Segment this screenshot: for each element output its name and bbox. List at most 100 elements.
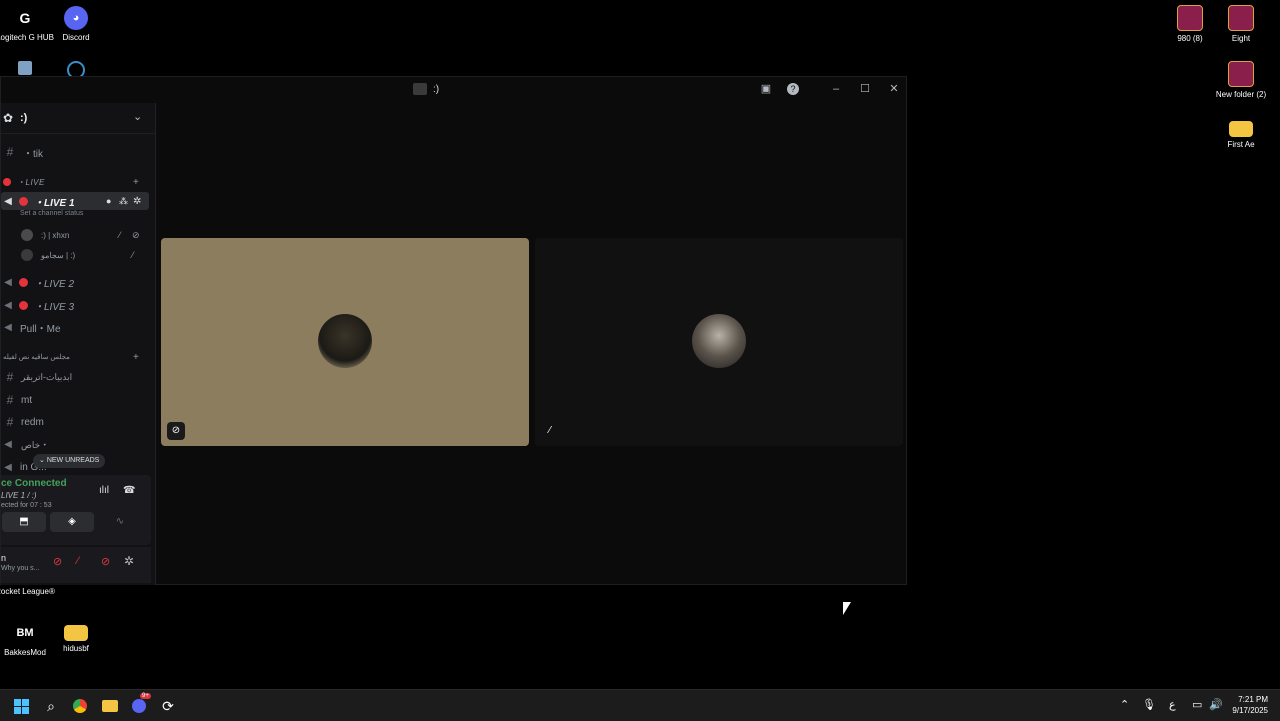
logitech-icon: G xyxy=(19,10,31,26)
desktop-icon-discord[interactable]: ◕ Discord xyxy=(46,6,106,43)
channel-label: Pull・Me xyxy=(20,323,61,335)
maximize-button[interactable]: ☐ xyxy=(856,81,874,97)
desktop-icon-eight[interactable]: Eight xyxy=(1211,5,1271,44)
channel-label: ・LIVE 2 xyxy=(34,278,75,290)
channel-label: redm xyxy=(21,416,44,428)
participant-tile[interactable]: ⊘ xyxy=(161,238,529,446)
add-channel-icon[interactable]: + xyxy=(133,177,139,188)
title-bar: :) ▣ ? – ☐ ✕ xyxy=(1,77,906,101)
desktop-icon-label: First Ae xyxy=(1227,140,1255,149)
gear-icon[interactable]: ✲ xyxy=(133,196,141,207)
channel-label: ・tik xyxy=(23,148,43,160)
window-title: :) xyxy=(413,83,439,95)
microphone-icon[interactable]: 🎙 xyxy=(1142,698,1156,711)
live-dot-icon xyxy=(19,277,28,287)
channel-arabic-1[interactable]: # ابدبيات-اتربقر xyxy=(3,368,73,386)
user-status: Why you s... xyxy=(1,565,40,572)
channel-label: mt xyxy=(21,394,33,406)
deafened-icon: ⊘ xyxy=(132,229,140,240)
desktop-icon-new-folder[interactable]: New folder (2) xyxy=(1211,61,1271,100)
deafened-icon: ⊘ xyxy=(167,422,185,440)
live-dot-icon xyxy=(3,178,11,186)
speaker-icon: ◀ xyxy=(4,299,12,311)
new-unreads-pill[interactable]: ⌄ NEW UNREADS xyxy=(33,454,106,468)
participant-tile[interactable]: ⁄ xyxy=(535,238,903,446)
winrar-icon xyxy=(1228,61,1254,87)
voice-channel-pull-me[interactable]: ◀ Pull・Me xyxy=(1,318,61,336)
category-arabic[interactable]: مجلس ساقيه نص لفيله + xyxy=(1,348,139,366)
headphones-muted-icon[interactable]: ⁄ xyxy=(77,555,79,567)
category-label: ・LIVE xyxy=(17,177,45,187)
channel-label: ・LIVE 1 xyxy=(34,197,75,209)
desktop-icon-rocket-league[interactable]: Rocket League® xyxy=(0,587,55,597)
winrar-icon xyxy=(1177,5,1203,31)
discord-icon[interactable]: 9+ xyxy=(130,693,151,715)
server-name: :) xyxy=(20,112,28,124)
search-icon[interactable]: ⌕ xyxy=(42,697,60,715)
voice-channel-live-2[interactable]: ◀ ・LIVE 2 xyxy=(1,273,74,291)
taskbar: ⌕ 9+ ⟳ ⌃ 🎙 ع ▭ 🔊 7:21 PM 9/17/2025 xyxy=(0,689,1280,721)
inbox-icon[interactable]: ▣ xyxy=(757,81,775,97)
voice-status[interactable]: ce Connected xyxy=(1,478,67,489)
voice-channel-private[interactable]: ◀ خاص・ xyxy=(1,435,49,453)
user-panel: n Why you s... ⊘ ⁄ ⊘ ✲ xyxy=(1,547,151,583)
avatar xyxy=(21,229,33,241)
channel-status[interactable]: Set a channel status xyxy=(20,210,83,217)
hash-icon: # xyxy=(6,370,14,384)
disconnect-icon[interactable]: ☎ xyxy=(123,485,135,496)
gear-icon: ✿ xyxy=(3,111,14,125)
muted-icon: ⁄ xyxy=(132,250,134,260)
category-live[interactable]: ・LIVE + xyxy=(1,173,139,191)
server-header[interactable]: ✿ :) ⌄ xyxy=(1,103,155,134)
voice-channel-live-1[interactable]: ◀ ・LIVE 1 ● ⁂ ✲ xyxy=(1,192,149,210)
channel-redm[interactable]: # redm xyxy=(3,413,44,431)
network-icon[interactable]: ▭ xyxy=(1192,698,1202,711)
discord-icon: ◕ xyxy=(64,6,88,30)
language-indicator[interactable]: ع xyxy=(1169,698,1176,711)
clock[interactable]: 7:21 PM 9/17/2025 xyxy=(1224,694,1268,716)
chevron-down-icon: ⌄ xyxy=(39,457,45,464)
chrome-icon[interactable] xyxy=(71,697,89,715)
channel-tik[interactable]: # ・tik xyxy=(3,143,43,161)
show-hidden-icons[interactable]: ⌃ xyxy=(1120,698,1129,711)
mic-muted-icon[interactable]: ⊘ xyxy=(53,555,62,568)
hash-icon: # xyxy=(6,415,14,429)
avatar xyxy=(692,314,746,368)
hash-icon: # xyxy=(6,393,14,407)
voice-channel-info[interactable]: LIVE 1 / :) xyxy=(1,491,37,500)
voice-member[interactable]: سجامو | :) ⁄ xyxy=(21,246,134,264)
krisp-button[interactable]: ∿ xyxy=(98,512,142,532)
recycle-bin-icon xyxy=(18,61,32,75)
camera-muted-icon[interactable]: ⊘ xyxy=(101,555,110,568)
help-icon[interactable]: ? xyxy=(787,83,799,95)
bakkesmod-icon: BM xyxy=(16,627,34,639)
folder-icon xyxy=(64,625,88,641)
gear-icon[interactable]: ✲ xyxy=(124,554,134,568)
close-button[interactable]: ✕ xyxy=(885,81,903,97)
avatar xyxy=(318,314,372,368)
app-icon[interactable]: ⟳ xyxy=(159,697,177,715)
speaker-icon: ◀ xyxy=(4,195,12,207)
desktop-icon-hidusbf[interactable]: hidusbf xyxy=(46,621,106,654)
clock-date: 9/17/2025 xyxy=(1232,706,1268,715)
volume-icon[interactable]: 🔊 xyxy=(1209,698,1223,711)
channel-sidebar: ✿ :) ⌄ # ・tik ・LIVE + ◀ ・LIVE 1 ● ⁂ ✲ Se… xyxy=(1,103,156,585)
windows-start-icon[interactable] xyxy=(12,697,30,715)
server-icon xyxy=(413,83,427,95)
voice-member[interactable]: :) | xhxn ⁄ ⊘ xyxy=(21,226,140,244)
channel-mt[interactable]: # mt xyxy=(3,391,32,409)
desktop-icon-first-ae[interactable]: First Ae xyxy=(1211,117,1271,150)
avatar xyxy=(21,249,33,261)
file-explorer-icon[interactable] xyxy=(101,697,119,715)
voice-channel-live-3[interactable]: ◀ ・LIVE 3 xyxy=(1,296,74,314)
chat-icon[interactable]: ● xyxy=(106,196,111,206)
activity-button[interactable]: ◈ xyxy=(50,512,94,532)
invite-icon[interactable]: ⁂ xyxy=(119,196,128,207)
minimize-button[interactable]: – xyxy=(827,81,845,97)
chevron-down-icon: ⌄ xyxy=(133,111,143,123)
notification-badge: 9+ xyxy=(140,693,151,699)
share-screen-button[interactable]: ⬒ xyxy=(2,512,46,532)
user-name[interactable]: n xyxy=(1,553,6,563)
add-channel-icon[interactable]: + xyxy=(133,352,139,363)
soundboard-icon[interactable]: ılıl xyxy=(99,485,109,496)
